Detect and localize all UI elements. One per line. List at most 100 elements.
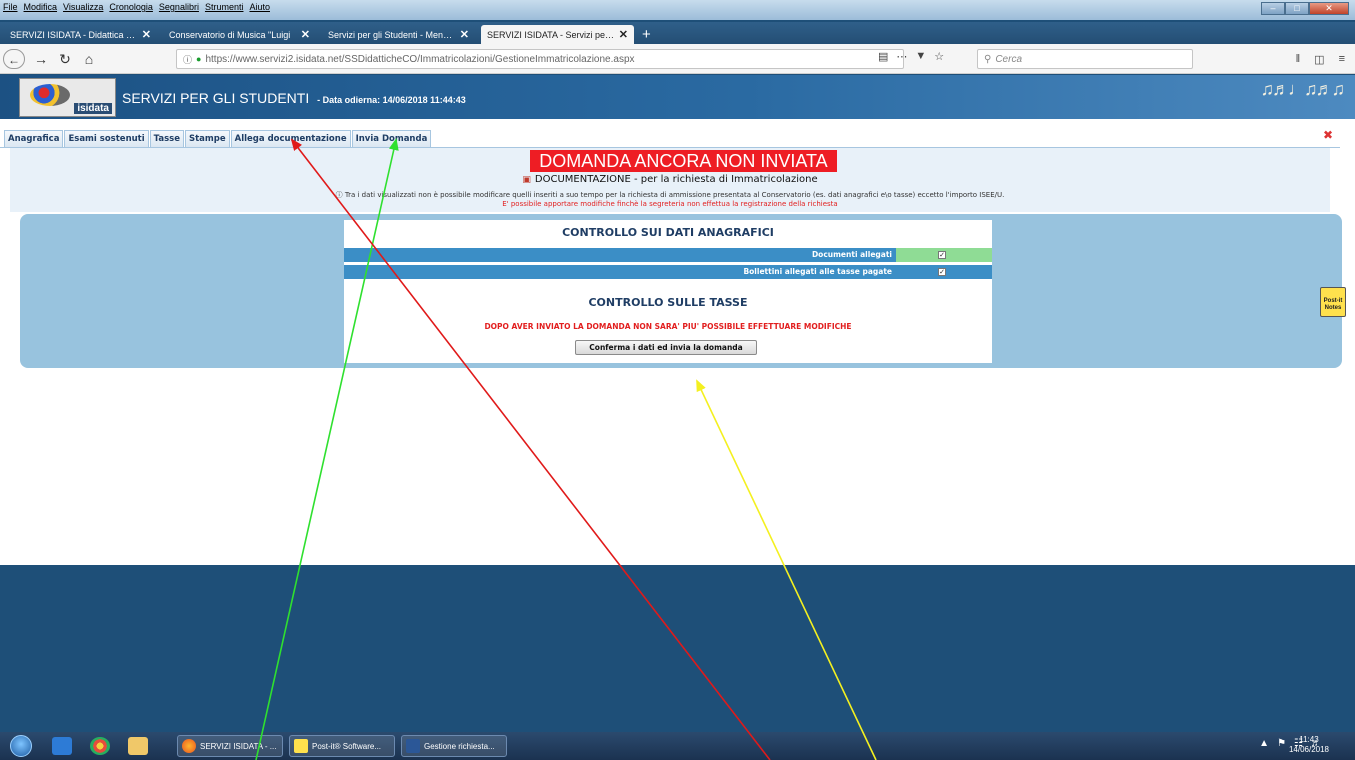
menu-strumenti[interactable]: Strumenti: [205, 2, 244, 12]
start-button[interactable]: [10, 735, 32, 757]
browser-tab-servizi-studenti[interactable]: SERVIZI ISIDATA - Servizi per gli stu ✕: [481, 25, 634, 44]
taskbar-postit[interactable]: Post-it® Software...: [289, 735, 395, 757]
menu-segnalibri[interactable]: Segnalibri: [159, 2, 199, 12]
clock-date: 14/06/2018: [1288, 745, 1329, 754]
tray-expand-icon[interactable]: ▲: [1259, 738, 1269, 749]
confirm-and-send-button[interactable]: Conferma i dati ed invia la domanda: [575, 340, 757, 355]
firefox-icon: [182, 739, 196, 753]
site-title-text: SERVIZI PER GLI STUDENTI: [122, 90, 310, 106]
pocket-icon[interactable]: ▼: [915, 50, 926, 63]
minimize-window-button[interactable]: –: [1261, 2, 1285, 15]
check-cell: ✓: [896, 265, 992, 279]
file-explorer-icon[interactable]: [128, 737, 148, 755]
status-banner: DOMANDA ANCORA NON INVIATA: [530, 150, 837, 172]
anagrafica-check-title: CONTROLLO SUI DATI ANAGRAFICI: [562, 226, 774, 239]
menu-visualizza[interactable]: Visualizza: [63, 2, 103, 12]
taskbar-task-label: Post-it® Software...: [312, 741, 382, 751]
taskbar-task-label: SERVIZI ISIDATA - ...: [200, 741, 277, 751]
lock-icon: ●: [196, 54, 202, 64]
exit-icon[interactable]: ✖: [1323, 129, 1337, 141]
site-banner: isidata SERVIZI PER GLI STUDENTI - Data …: [0, 75, 1355, 119]
browser-tab-label: Conservatorio di Musica "Luigi: [169, 29, 291, 40]
url-text: https://www.servizi2.isidata.net/SSDidat…: [205, 53, 635, 65]
reader-view-icon[interactable]: ▤: [878, 50, 888, 63]
reload-icon[interactable]: ↻: [54, 49, 76, 69]
taskbar-firefox[interactable]: SERVIZI ISIDATA - ...: [177, 735, 283, 757]
back-arrow-icon[interactable]: ←: [3, 49, 25, 69]
taskbar-task-label: Gestione richiesta...: [424, 741, 495, 751]
app-tab-bar: Anagrafica Esami sostenuti Tasse Stampe …: [0, 129, 1340, 148]
info-note: ⓘ Tra i dati visualizzati non è possibil…: [10, 190, 1330, 200]
controls-panel: CONTROLLO SUI DATI ANAGRAFICI Documenti …: [344, 220, 992, 363]
chrome-icon[interactable]: [90, 737, 110, 755]
page-actions-menu-icon[interactable]: ⋯: [896, 50, 907, 63]
bookmark-star-icon[interactable]: ☆: [934, 50, 944, 63]
tab-tasse[interactable]: Tasse: [149, 130, 184, 147]
close-tab-icon[interactable]: ✕: [619, 28, 628, 41]
close-tab-icon[interactable]: ✕: [142, 28, 151, 41]
search-placeholder: Cerca: [995, 53, 1023, 65]
documenti-allegati-checkbox[interactable]: ✓: [938, 251, 946, 259]
window-controls: – □ ✕: [1261, 2, 1349, 15]
media-player-icon[interactable]: [52, 737, 72, 755]
new-tab-button[interactable]: +: [642, 25, 651, 44]
isidata-logo: isidata: [19, 78, 116, 117]
menu-file[interactable]: File: [3, 2, 18, 12]
search-icon: ⚲: [984, 53, 992, 65]
check-row-label: Bollettini allegati alle tasse pagate: [743, 267, 892, 276]
sidebar-icon[interactable]: ◫: [1314, 53, 1324, 66]
maximize-window-button[interactable]: □: [1285, 2, 1309, 15]
window-titlebar: File Modifica Visualizza Cronologia Segn…: [0, 0, 1355, 20]
menu-cronologia[interactable]: Cronologia: [109, 2, 153, 12]
tasse-check-title: CONTROLLO SULLE TASSE: [588, 296, 748, 309]
check-row-label: Documenti allegati: [811, 250, 892, 259]
postit-notes-icon[interactable]: Post-it Notes: [1320, 287, 1346, 317]
flag-icon[interactable]: ⚑: [1277, 738, 1286, 749]
bollettini-allegati-checkbox[interactable]: ✓: [938, 268, 946, 276]
request-status-area: DOMANDA ANCORA NON INVIATA ▣ DOCUMENTAZIO…: [10, 148, 1330, 212]
forward-arrow-icon[interactable]: →: [30, 49, 52, 69]
tab-invia-domanda[interactable]: Invia Domanda: [351, 130, 432, 147]
tab-stampe[interactable]: Stampe: [184, 130, 230, 147]
clock-time: 11:43: [1299, 735, 1319, 744]
system-clock[interactable]: 11:43 14/06/2018: [1289, 735, 1329, 755]
info-note-text: Tra i dati visualizzati non è possibile …: [344, 191, 1005, 199]
search-input[interactable]: ⚲ Cerca: [977, 49, 1193, 69]
address-bar[interactable]: ⓘ ● https://www.servizi2.isidata.net/SSD…: [176, 49, 904, 69]
web-page: isidata SERVIZI PER GLI STUDENTI - Data …: [0, 75, 1355, 565]
browser-tab-conservatorio[interactable]: Conservatorio di Musica "Luigi ✕: [163, 25, 316, 44]
menu-bar: File Modifica Visualizza Cronologia Segn…: [0, 0, 270, 14]
info-icon[interactable]: ⓘ: [183, 53, 192, 66]
palette-icon: [30, 84, 70, 106]
browser-tab-isidata-didattica[interactable]: SERVIZI ISIDATA - Didattica Conser ✕: [4, 25, 157, 44]
menu-aiuto[interactable]: Aiuto: [249, 2, 270, 12]
home-icon[interactable]: ⌂: [78, 49, 100, 69]
browser-tab-label: Servizi per gli Studenti - Menu princ: [328, 29, 456, 40]
submission-panel: CONTROLLO SUI DATI ANAGRAFICI Documenti …: [20, 214, 1342, 368]
documentation-heading-text: DOCUMENTAZIONE - per la richiesta di Imm…: [534, 174, 818, 185]
tab-allega-documentazione[interactable]: Allega documentazione: [230, 130, 351, 147]
browser-tab-strip: SERVIZI ISIDATA - Didattica Conser ✕ Con…: [0, 22, 1355, 44]
logo-text: isidata: [74, 103, 112, 114]
library-icon[interactable]: ‖: [1296, 53, 1301, 66]
browser-tab-servizi-menu[interactable]: Servizi per gli Studenti - Menu princ ✕: [322, 25, 475, 44]
music-notes-decoration: ♫♬♩♫♬♫: [1260, 79, 1345, 99]
tab-esami-sostenuti[interactable]: Esami sostenuti: [64, 130, 149, 147]
final-warning: DOPO AVER INVIATO LA DOMANDA NON SARA' P…: [484, 322, 852, 331]
close-tab-icon[interactable]: ✕: [460, 28, 469, 41]
taskbar-word[interactable]: Gestione richiesta...: [401, 735, 507, 757]
close-tab-icon[interactable]: ✕: [301, 28, 310, 41]
tab-anagrafica[interactable]: Anagrafica: [4, 130, 64, 147]
info-icon: ⓘ: [335, 191, 345, 199]
modification-warning: E' possibile apportare modifiche finchè …: [502, 200, 838, 208]
hamburger-menu-icon[interactable]: ≡: [1339, 53, 1345, 66]
menu-modifica[interactable]: Modifica: [24, 2, 58, 12]
check-cell: ✓: [896, 248, 992, 262]
navigation-bar: ← → ↻ ⌂ ⓘ ● https://www.servizi2.isidata…: [0, 44, 1355, 74]
word-icon: [406, 739, 420, 753]
close-window-button[interactable]: ✕: [1309, 2, 1349, 15]
site-title: SERVIZI PER GLI STUDENTI - Data odierna:…: [122, 90, 466, 106]
document-icon: ▣: [522, 175, 531, 185]
current-date: - Data odierna: 14/06/2018 11:44:43: [317, 95, 466, 105]
postit-label: Post-it Notes: [1323, 298, 1343, 311]
